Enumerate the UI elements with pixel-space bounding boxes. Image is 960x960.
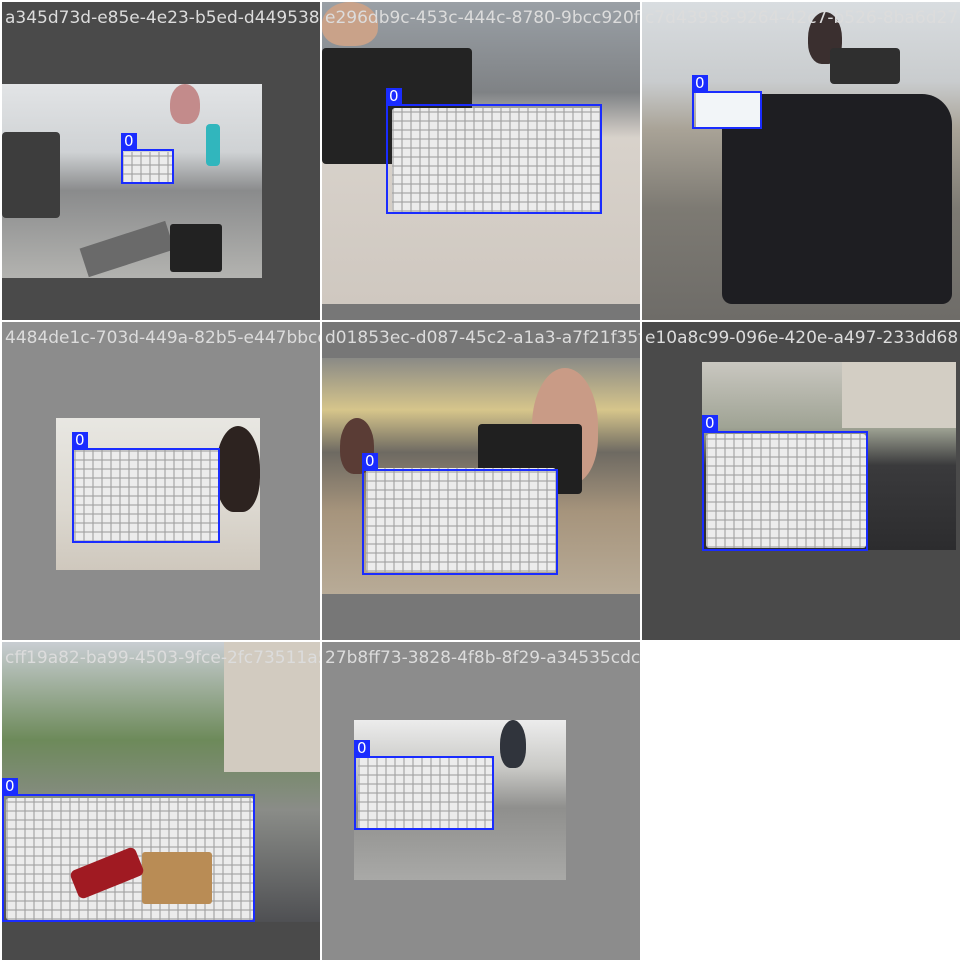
class-label: 0 — [362, 453, 378, 470]
image-tile-5[interactable]: 0 d01853ec-d087-45c2-a1a3-a7f21f35f102.J… — [322, 322, 640, 640]
image-filename: cff19a82-ba99-4503-9fce-2fc73511a5f7.JPG — [5, 648, 320, 668]
image-tile-7[interactable]: 0 cff19a82-ba99-4503-9fce-2fc73511a5f7.J… — [2, 642, 320, 960]
bounding-box[interactable]: 0 — [2, 778, 255, 922]
class-label: 0 — [386, 88, 402, 105]
image-filename: 4484de1c-703d-449a-82b5-e447bbce6b85.JPG — [5, 328, 320, 348]
image-filename: e296db9c-453c-444c-8780-9bcc920fd704.JPG — [325, 8, 640, 28]
bounding-box[interactable]: 0 — [121, 133, 174, 184]
image-filename: a345d73d-e85e-4e23-b5ed-d44953877e296db.… — [5, 8, 320, 28]
person — [216, 426, 260, 512]
class-label: 0 — [702, 415, 718, 432]
building-wall — [842, 362, 956, 428]
image-tile-2[interactable]: 0 e296db9c-453c-444c-8780-9bcc920fd704.J… — [322, 2, 640, 320]
bounding-box[interactable]: 0 — [692, 75, 762, 129]
image-tile-8[interactable]: 0 27b8ff73-3828-4f8b-8f29-a34535cdce77.J… — [322, 642, 640, 960]
image-filename: c7d43938-9264-42c7-b526-8ba6d27 — [645, 8, 959, 28]
image-tile-6[interactable]: 0 e10a8c99-096e-420e-a497-233dd68 — [642, 322, 960, 640]
bounding-box[interactable]: 0 — [72, 432, 220, 543]
bounding-box[interactable]: 0 — [362, 453, 558, 575]
image-filename: d01853ec-d087-45c2-a1a3-a7f21f35f102.JPG — [325, 328, 640, 348]
bounding-box[interactable]: 0 — [702, 415, 868, 551]
person — [500, 720, 526, 768]
laptop — [2, 132, 60, 218]
class-label: 0 — [121, 133, 137, 150]
bottle — [206, 124, 220, 166]
class-label: 0 — [692, 75, 708, 92]
class-label: 0 — [354, 740, 370, 757]
bounding-box[interactable]: 0 — [354, 740, 494, 830]
image-filename: e10a8c99-096e-420e-a497-233dd68 — [645, 328, 959, 348]
class-label: 0 — [72, 432, 88, 449]
image-tile-4[interactable]: 0 4484de1c-703d-449a-82b5-e447bbce6b85.J… — [2, 322, 320, 640]
image-tile-3[interactable]: 0 c7d43938-9264-42c7-b526-8ba6d27 — [642, 2, 960, 320]
laptop — [830, 48, 900, 84]
photo — [642, 2, 960, 320]
image-tile-1[interactable]: 0 a345d73d-e85e-4e23-b5ed-d44953877e296d… — [2, 2, 320, 320]
person — [170, 84, 200, 124]
image-filename: 27b8ff73-3828-4f8b-8f29-a34535cdce77.JPG — [325, 648, 640, 668]
power-strip — [79, 220, 175, 278]
class-label: 0 — [2, 778, 18, 795]
device — [170, 224, 222, 272]
bounding-box[interactable]: 0 — [386, 88, 602, 214]
